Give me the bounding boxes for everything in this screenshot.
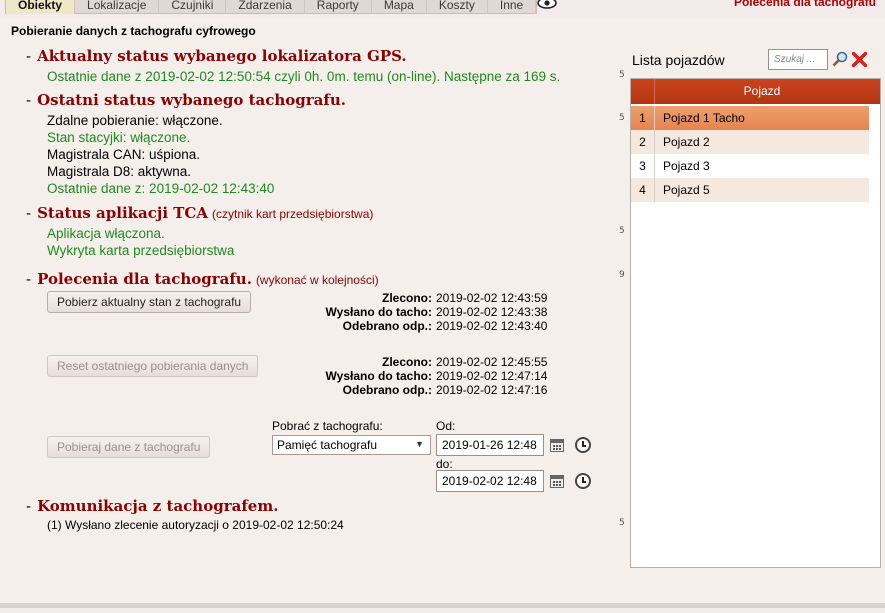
from-label: Od: bbox=[436, 419, 456, 433]
column-header-pojazd[interactable]: Pojazd bbox=[655, 84, 869, 98]
row-number: 1 bbox=[631, 106, 655, 130]
row-number: 4 bbox=[631, 178, 655, 202]
command-1-ordered: 2019-02-02 12:43:59 bbox=[436, 291, 548, 305]
tca-card-status: Wykryta karta przedsiębiorstwa bbox=[47, 243, 235, 258]
vehicle-name: Pojazd 2 bbox=[663, 135, 710, 149]
clock-icon[interactable] bbox=[575, 473, 591, 489]
can-bus-status: Magistrala CAN: uśpiona. bbox=[47, 147, 201, 162]
command-2-sent: 2019-02-02 12:47:14 bbox=[436, 369, 548, 383]
side-number: 5 bbox=[619, 226, 625, 236]
command-2-status: Zlecono: Wysłano do tacho: Odebrano odp.… bbox=[280, 355, 432, 400]
source-label: Pobrać z tachografu: bbox=[272, 419, 383, 433]
top-nav: Obiekty Lokalizacje Czujniki Zdarzenia R… bbox=[0, 0, 885, 18]
row-number: 2 bbox=[631, 130, 655, 154]
remote-download-status: Zdalne pobieranie: włączone. bbox=[47, 113, 223, 128]
commands-heading: - Polecenia dla tachografu. (wykonać w kol… bbox=[26, 270, 379, 288]
side-number: 9 bbox=[619, 270, 625, 280]
gps-status-heading-text: Aktualny status wybanego lokalizatora GP… bbox=[37, 47, 407, 65]
bottom-border bbox=[0, 603, 885, 608]
row-number: 3 bbox=[631, 154, 655, 178]
tacho-commands-link[interactable]: Polecenia dla tachografu bbox=[734, 0, 876, 9]
reset-last-download-button[interactable]: Reset ostatniego pobierania danych bbox=[47, 355, 259, 377]
source-select-value: Pamięć tachografu bbox=[277, 438, 378, 452]
ignition-status: Stan stacyjki: włączone. bbox=[47, 130, 191, 145]
tab-koszty[interactable]: Koszty bbox=[427, 0, 488, 14]
commands-heading-text: Polecenia dla tachografu. bbox=[37, 270, 252, 288]
communication-heading-text: Komunikacja z tachografem. bbox=[37, 497, 279, 515]
nav-tabs: Obiekty Lokalizacje Czujniki Zdarzenia R… bbox=[5, 0, 538, 14]
d8-bus-status: Magistrala D8: aktywna. bbox=[47, 164, 192, 179]
close-icon[interactable] bbox=[851, 51, 868, 68]
sent-label: Wysłano do tacho: bbox=[325, 305, 432, 319]
to-date-input[interactable]: 2019-02-02 12:48 bbox=[436, 470, 544, 492]
row-number-header bbox=[631, 79, 655, 104]
command-1-received: 2019-02-02 12:43:40 bbox=[436, 319, 548, 333]
clock-icon[interactable] bbox=[575, 437, 591, 453]
vehicle-row[interactable]: 2 Pojazd 2 bbox=[631, 130, 869, 154]
get-tacho-state-button[interactable]: Pobierz aktualny stan z tachografu bbox=[47, 291, 252, 313]
communication-log-line: (1) Wysłano zlecenie autoryzacji o 2019-… bbox=[47, 518, 344, 532]
vehicle-list-title: Lista pojazdów bbox=[632, 52, 725, 68]
command-2-received: 2019-02-02 12:47:16 bbox=[436, 383, 548, 397]
calendar-icon[interactable] bbox=[550, 439, 564, 452]
received-label: Odebrano odp.: bbox=[342, 383, 432, 397]
ordered-label: Zlecono: bbox=[382, 355, 432, 369]
tab-zdarzenia[interactable]: Zdarzenia bbox=[226, 0, 305, 14]
main-area: Pobieranie danych z tachografu cyfrowego… bbox=[0, 18, 885, 608]
tca-app-status: Aplikacja włączona. bbox=[47, 226, 165, 241]
vehicle-row[interactable]: 1 Pojazd 1 Tacho bbox=[631, 106, 869, 130]
command-2-ordered: 2019-02-02 12:45:55 bbox=[436, 355, 548, 369]
eye-icon[interactable] bbox=[536, 0, 558, 10]
ordered-label: Zlecono: bbox=[382, 291, 432, 305]
tacho-last-data: Ostatnie dane z: 2019-02-02 12:43:40 bbox=[47, 181, 275, 196]
tacho-status-heading-text: Ostatni status wybanego tachografu. bbox=[37, 91, 346, 109]
side-number: 5 bbox=[619, 113, 625, 123]
side-number: 5 bbox=[619, 70, 625, 80]
gps-last-data: Ostatnie dane z 2019-02-02 12:50:54 czyl… bbox=[47, 69, 561, 84]
tca-status-heading: - Status aplikacji TCA (czytnik kart przed… bbox=[26, 204, 374, 222]
received-label: Odebrano odp.: bbox=[342, 319, 432, 333]
vehicle-name: Pojazd 5 bbox=[663, 183, 710, 197]
tab-inne[interactable]: Inne bbox=[488, 0, 537, 14]
tab-lokalizacje[interactable]: Lokalizacje bbox=[75, 0, 160, 14]
vehicle-row[interactable]: 3 Pojazd 3 bbox=[631, 154, 869, 178]
download-tacho-data-button[interactable]: Pobieraj dane z tachografu bbox=[47, 436, 211, 458]
tca-status-heading-text: Status aplikacji TCA bbox=[37, 204, 208, 222]
command-1-sent: 2019-02-02 12:43:38 bbox=[436, 305, 548, 319]
commands-note: (wykonać w kolejności) bbox=[255, 273, 379, 287]
to-label: do: bbox=[436, 457, 453, 471]
vehicle-name: Pojazd 1 Tacho bbox=[663, 111, 745, 125]
command-1-status: Zlecono: Wysłano do tacho: Odebrano odp.… bbox=[280, 291, 432, 336]
vehicle-grid-header: Pojazd bbox=[631, 79, 880, 104]
search-icon[interactable] bbox=[832, 51, 848, 67]
sent-label: Wysłano do tacho: bbox=[325, 369, 432, 383]
page-title: Pobieranie danych z tachografu cyfrowego bbox=[11, 24, 256, 38]
side-number: 5 bbox=[619, 518, 625, 528]
tab-raporty[interactable]: Raporty bbox=[305, 0, 372, 14]
chevron-down-icon: ▼ bbox=[415, 439, 424, 449]
vehicle-grid: Pojazd 1 Pojazd 1 Tacho 2 Pojazd 2 3 Poj… bbox=[630, 78, 881, 568]
vehicle-row[interactable]: 4 Pojazd 5 bbox=[631, 178, 869, 202]
tab-mapa[interactable]: Mapa bbox=[372, 0, 427, 14]
tab-czujniki[interactable]: Czujniki bbox=[159, 0, 227, 14]
tca-note: (czytnik kart przedsiębiorstwa) bbox=[212, 207, 374, 221]
calendar-icon[interactable] bbox=[550, 475, 564, 488]
vehicle-search-input[interactable]: Szukaj ... bbox=[768, 49, 828, 70]
vehicle-name: Pojazd 3 bbox=[663, 159, 710, 173]
tab-obiekty[interactable]: Obiekty bbox=[6, 0, 76, 14]
communication-heading: - Komunikacja z tachografem. bbox=[26, 497, 279, 515]
from-date-input[interactable]: 2019-01-26 12:48 bbox=[436, 434, 544, 456]
tacho-status-heading: - Ostatni status wybanego tachografu. bbox=[26, 91, 346, 109]
gps-status-heading: - Aktualny status wybanego lokalizatora G… bbox=[26, 47, 407, 65]
source-select[interactable]: Pamięć tachografu ▼ bbox=[272, 435, 431, 455]
